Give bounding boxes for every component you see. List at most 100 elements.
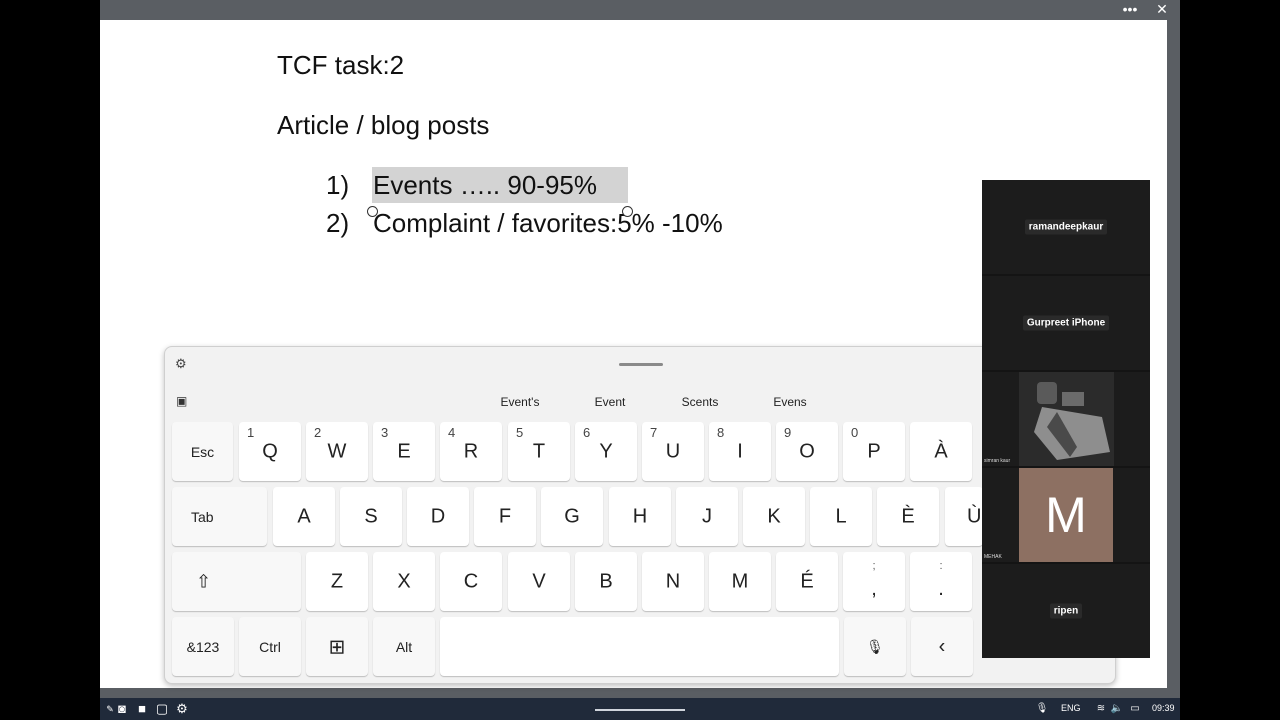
key-label: &123 [186, 638, 220, 655]
key-a[interactable]: A [273, 487, 335, 546]
key-l[interactable]: L [810, 487, 872, 546]
key-label: W [327, 440, 347, 462]
key-period[interactable]: :. [910, 552, 972, 611]
more-options-button[interactable]: ••• [1118, 0, 1142, 20]
key-label: H [632, 505, 648, 527]
key-label: Ctrl [259, 638, 281, 655]
key-y[interactable]: 6Y [575, 422, 637, 481]
shift-key[interactable]: ⇧ [172, 552, 301, 611]
selection-start-handle[interactable] [367, 206, 378, 217]
participant-tile[interactable]: ripen [982, 564, 1150, 658]
shift-icon: ⇧ [196, 571, 212, 591]
key-label: Q [262, 440, 278, 462]
key-f[interactable]: F [474, 487, 536, 546]
participant-tile[interactable]: simran kaur [982, 372, 1150, 466]
camera-icon[interactable]: ◙ [114, 701, 130, 717]
key-s[interactable]: S [340, 487, 402, 546]
key-comma[interactable]: ;, [843, 552, 905, 611]
clipboard-icon[interactable]: ▣ [176, 394, 190, 408]
avatar: M [1019, 468, 1113, 562]
window-titlebar: ••• ✕ [100, 0, 1180, 20]
key-label: O [799, 440, 815, 462]
key-j[interactable]: J [676, 487, 738, 546]
list-item-text: Events ….. 90-95% [373, 170, 597, 200]
key-a-grave[interactable]: À [910, 422, 972, 481]
key-label: Alt [395, 638, 413, 655]
key-number: 4 [448, 425, 456, 440]
suggestion-item[interactable]: Event's [485, 395, 555, 409]
key-label: K [767, 505, 781, 527]
key-h[interactable]: H [609, 487, 671, 546]
key-u-grave[interactable]: Ù [945, 487, 983, 546]
key-o[interactable]: 9O [776, 422, 838, 481]
suggestion-item[interactable]: Scents [665, 395, 735, 409]
suggestion-item[interactable]: Event [575, 395, 645, 409]
key-w[interactable]: 2W [306, 422, 368, 481]
key-d[interactable]: D [407, 487, 469, 546]
key-number: 1 [247, 425, 255, 440]
arrow-left-key[interactable]: ‹ [911, 617, 973, 676]
gear-icon[interactable]: ⚙ [175, 357, 189, 371]
key-number: 7 [650, 425, 658, 440]
key-label: L [835, 505, 847, 527]
volume-icon[interactable]: 🔈 [1109, 701, 1125, 717]
windows-key[interactable]: ⊞ [306, 617, 368, 676]
key-i[interactable]: 8I [709, 422, 771, 481]
selection-end-handle[interactable] [622, 206, 633, 217]
key-e[interactable]: 3E [373, 422, 435, 481]
key-label: Ù [967, 505, 982, 527]
participant-name: ramandeepkaur [982, 219, 1150, 235]
key-n[interactable]: N [642, 552, 704, 611]
video-icon[interactable]: ■ [134, 701, 150, 717]
language-indicator[interactable]: ENG [1061, 703, 1081, 713]
key-number: 9 [784, 425, 792, 440]
battery-icon[interactable]: ▭ [1127, 701, 1143, 717]
key-label: G [564, 505, 580, 527]
taskbar: ✎ ◙ ■ ▢ ⚙ 🎙 ENG ≋ 🔈 ▭ 09:39 [100, 698, 1180, 720]
key-u[interactable]: 7U [642, 422, 704, 481]
key-e-acute[interactable]: É [776, 552, 838, 611]
key-c[interactable]: C [440, 552, 502, 611]
key-e-grave[interactable]: È [877, 487, 939, 546]
suggestion-item[interactable]: Evens [755, 395, 825, 409]
ctrl-key[interactable]: Ctrl [239, 617, 301, 676]
home-indicator[interactable] [595, 709, 685, 711]
key-r[interactable]: 4R [440, 422, 502, 481]
participant-tile[interactable]: ramandeepkaur [982, 180, 1150, 274]
key-label: D [430, 505, 446, 527]
mic-key[interactable]: 🎙 [844, 617, 906, 676]
mic-icon[interactable]: 🎙 [1034, 701, 1050, 717]
key-p[interactable]: 0P [843, 422, 905, 481]
key-label: T [532, 440, 546, 462]
doc-title: TCF task:2 [277, 50, 405, 80]
wifi-icon[interactable]: ≋ [1093, 701, 1109, 717]
key-label: Esc [190, 443, 215, 460]
key-g[interactable]: G [541, 487, 603, 546]
esc-key[interactable]: Esc [172, 422, 233, 481]
drag-handle[interactable] [619, 363, 663, 366]
key-t[interactable]: 5T [508, 422, 570, 481]
key-q[interactable]: 1Q [239, 422, 301, 481]
tab-key[interactable]: Tab [172, 487, 267, 546]
space-bar[interactable] [440, 617, 839, 676]
key-z[interactable]: Z [306, 552, 368, 611]
participant-tile[interactable]: Gurpreet iPhone [982, 276, 1150, 370]
key-m[interactable]: M [709, 552, 771, 611]
key-v[interactable]: V [508, 552, 570, 611]
windows-icon: ⊞ [328, 636, 346, 658]
key-k[interactable]: K [743, 487, 805, 546]
alt-key[interactable]: Alt [373, 617, 435, 676]
key-label: I [737, 440, 743, 462]
list-item-number: 2) [326, 208, 350, 238]
symbols-key[interactable]: &123 [172, 617, 234, 676]
key-b[interactable]: B [575, 552, 637, 611]
close-button[interactable]: ✕ [1150, 0, 1174, 20]
key-x[interactable]: X [373, 552, 435, 611]
key-number: 0 [851, 425, 859, 440]
clock[interactable]: 09:39 [1152, 703, 1175, 713]
participant-tile[interactable]: M MEHAK [982, 468, 1150, 562]
window-icon[interactable]: ▢ [154, 701, 170, 717]
key-label: S [364, 505, 378, 527]
key-label: P [867, 440, 881, 462]
gear-icon[interactable]: ⚙ [174, 701, 190, 717]
